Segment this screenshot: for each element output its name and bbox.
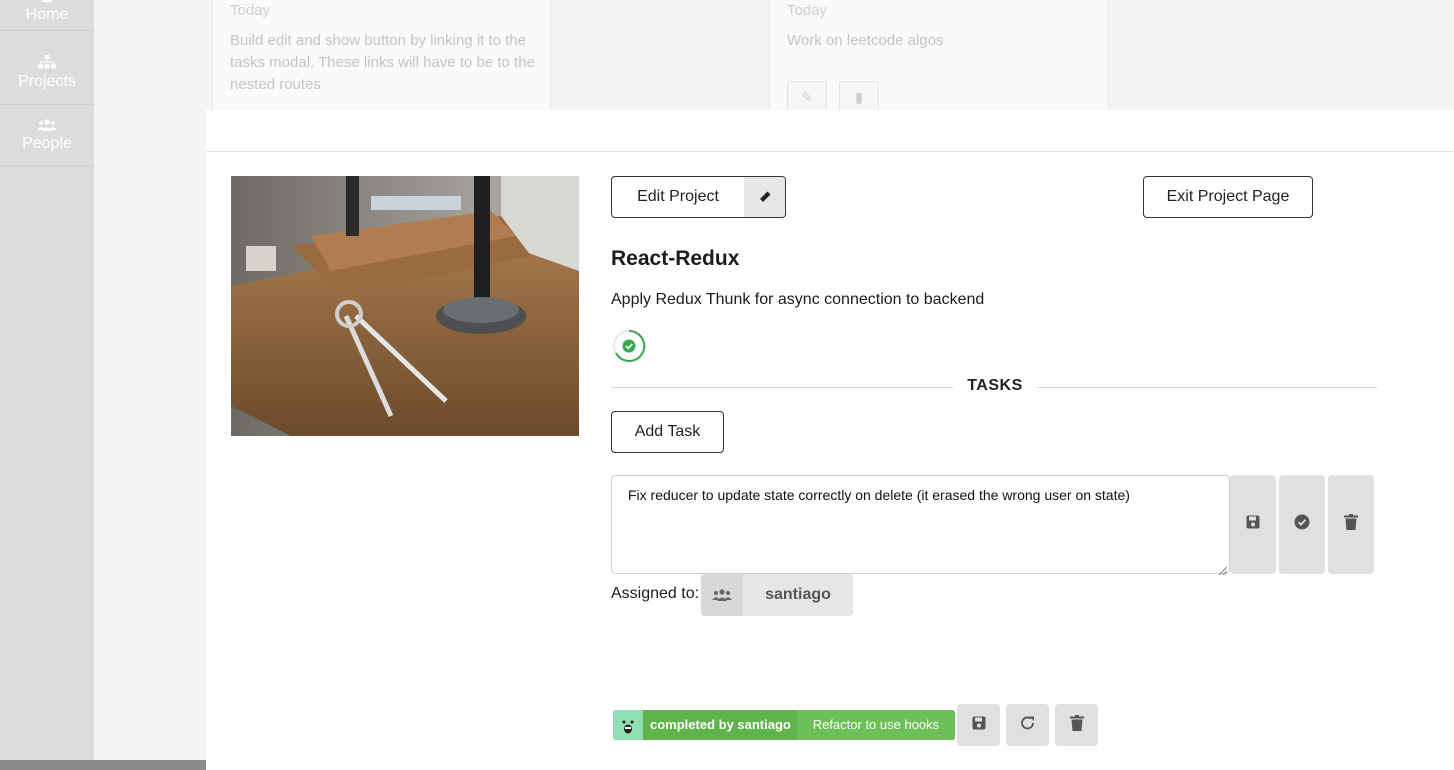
modal-header — [206, 110, 1454, 152]
complete-task-button[interactable] — [1279, 475, 1325, 574]
edit-project-button[interactable]: Edit Project — [611, 176, 786, 218]
save-icon — [972, 716, 986, 735]
check-circle-icon — [1294, 514, 1310, 535]
resize-grip-icon[interactable] — [1217, 562, 1228, 576]
task-card-text: Build edit and show button by linking it… — [230, 32, 535, 93]
delete-completed-task-button[interactable] — [1055, 704, 1098, 746]
reopen-task-button[interactable] — [1006, 704, 1049, 746]
delete-task-button[interactable]: ▮ — [839, 81, 879, 113]
sidebar-item-label: People — [22, 135, 72, 152]
assignee-name: santiago — [765, 586, 831, 603]
task-card: Today Work on leetcode algos ✎ ▮ — [769, 0, 1109, 113]
tasks-divider: TASKS — [611, 376, 1377, 398]
users-icon — [701, 574, 743, 616]
completed-task-label: Refactor to use hooks — [796, 710, 955, 740]
trash-icon — [1069, 714, 1084, 736]
pencil-icon: ✎ — [801, 89, 813, 105]
sidebar-item-label: Home — [25, 6, 69, 23]
save-task-button[interactable] — [1230, 475, 1276, 574]
assigned-to-label: Assigned to: — [611, 585, 700, 602]
delete-task-button[interactable] — [1328, 475, 1374, 574]
sidebar-item-label: Projects — [18, 73, 76, 90]
project-description: Apply Redux Thunk for async connection t… — [611, 291, 985, 308]
task-textarea[interactable]: Fix reducer to update state correctly on… — [611, 475, 1230, 574]
sidebar-item-projects[interactable]: Projects — [0, 50, 94, 105]
add-task-button[interactable]: Add Task — [611, 411, 724, 453]
save-completed-task-button[interactable] — [957, 704, 1000, 746]
users-icon — [0, 113, 94, 134]
project-title: React-Redux — [611, 247, 740, 270]
sidebar: Home Projects People — [0, 0, 94, 760]
progress-indicator — [611, 328, 647, 364]
completed-by-label: completed by santiago — [650, 717, 791, 732]
task-card: Today Build edit and show button by link… — [212, 0, 551, 112]
avatar — [613, 710, 643, 740]
task-card-date: Today — [787, 2, 828, 19]
sidebar-item-people[interactable]: People — [0, 113, 94, 166]
edit-project-label: Edit Project — [637, 188, 719, 205]
trash-icon: ▮ — [855, 89, 863, 105]
project-image — [231, 176, 579, 436]
pencil-icon — [744, 177, 785, 217]
project-modal: Edit Project Exit Project Page React-Red… — [206, 110, 1454, 770]
edit-task-button[interactable]: ✎ — [787, 81, 827, 113]
task-card-text: Work on leetcode algos — [787, 32, 944, 49]
sidebar-item-home[interactable]: Home — [0, 0, 94, 31]
redo-icon — [1020, 715, 1036, 736]
task-card-date: Today — [230, 2, 271, 19]
sitemap-icon — [0, 50, 94, 72]
assignee-button[interactable]: santiago — [701, 574, 853, 616]
exit-project-button[interactable]: Exit Project Page — [1143, 176, 1313, 218]
trash-icon — [1344, 514, 1358, 535]
completed-task-badge: completed by santiago Refactor to use ho… — [613, 710, 955, 740]
tasks-heading: TASKS — [967, 377, 1023, 394]
save-icon — [1246, 515, 1260, 534]
